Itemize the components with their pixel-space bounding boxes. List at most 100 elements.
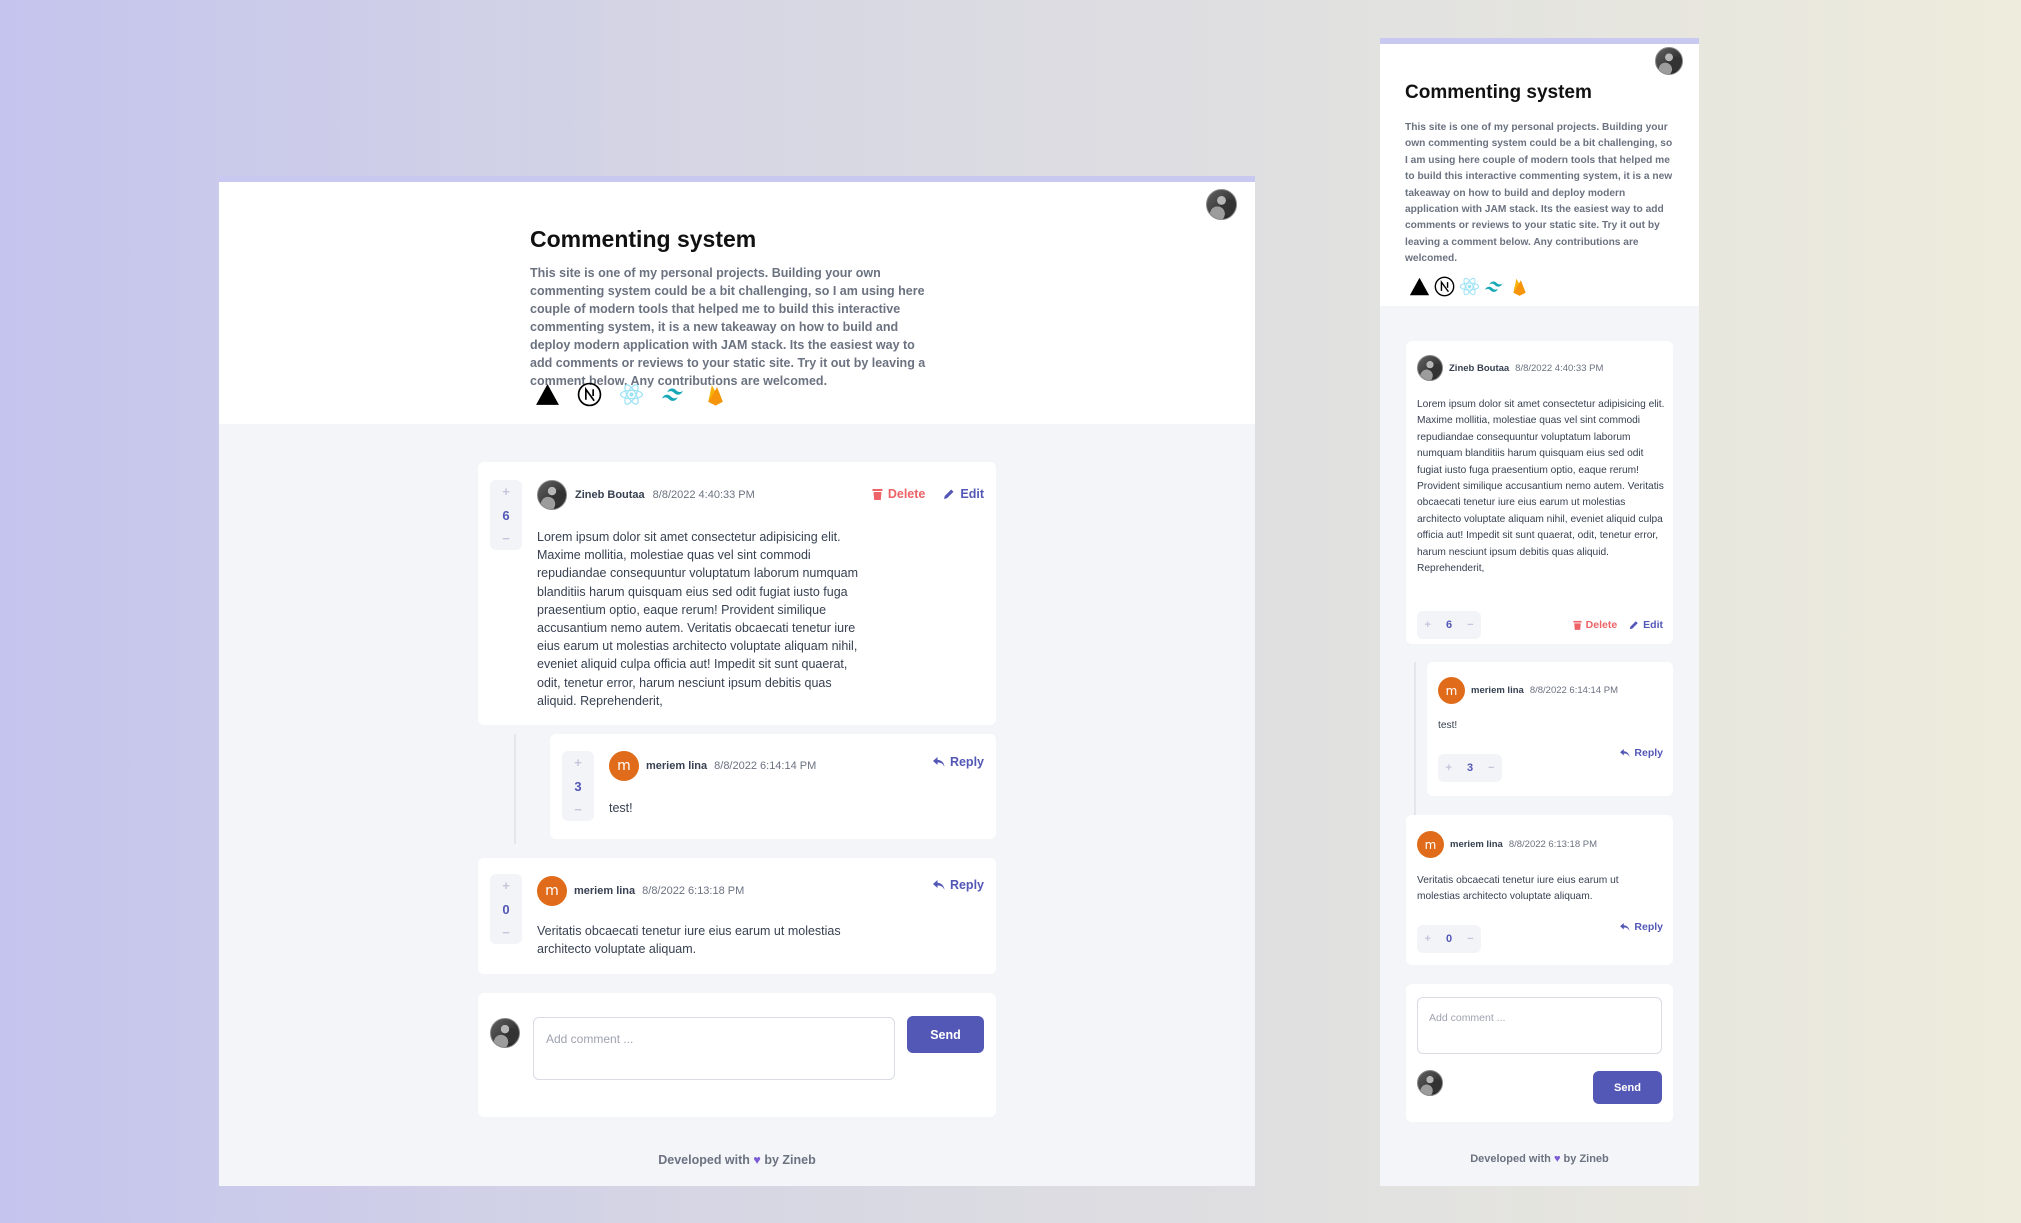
tailwind-icon	[1484, 281, 1503, 292]
edit-label: Edit	[960, 487, 984, 501]
trash-icon	[872, 489, 883, 500]
comment-meta: m meriem lina 8/8/2022 6:14:14 PM	[609, 751, 816, 781]
score: 3	[1466, 762, 1474, 774]
comment-date: 8/8/2022 6:13:18 PM	[642, 885, 745, 897]
current-user-avatar	[490, 1018, 520, 1048]
vote-control: + 3 −	[562, 751, 594, 821]
comment-card: + 6 − Zineb Boutaa 8/8/2022 4:40:33 PM D…	[478, 462, 996, 725]
edit-button[interactable]: Edit	[943, 487, 984, 501]
delete-button[interactable]: Delete	[872, 487, 926, 501]
comment-text: Veritatis obcaecati tenetur iure eius ea…	[1417, 875, 1619, 903]
page-description: This site is one of my personal projects…	[1405, 122, 1673, 265]
reply-label: Reply	[949, 755, 984, 769]
author-name: Zineb Boutaa	[1449, 362, 1510, 374]
delete-label: Delete	[1585, 619, 1618, 631]
comment-composer: Send	[478, 993, 996, 1117]
react-icon	[1459, 277, 1480, 296]
firebase-icon	[1513, 278, 1526, 296]
downvote-button[interactable]: −	[1488, 762, 1494, 774]
downvote-button[interactable]: −	[502, 925, 510, 940]
footer: Developed with ♥ by Zineb	[219, 1153, 1255, 1167]
comment-meta: m meriem lina 8/8/2022 6:13:18 PM	[537, 876, 744, 906]
upvote-button[interactable]: +	[1425, 619, 1431, 631]
comment-actions: Reply	[1620, 921, 1663, 933]
comment-text: test!	[609, 801, 633, 815]
author-name: Zineb Boutaa	[575, 489, 645, 501]
tech-stack	[535, 382, 728, 407]
comment-date: 8/8/2022 4:40:33 PM	[1515, 362, 1604, 374]
user-avatar[interactable]	[1655, 47, 1683, 75]
author-name: meriem lina	[1450, 839, 1503, 850]
comment-textarea[interactable]	[1418, 998, 1661, 1053]
tech-stack	[1409, 276, 1530, 297]
comment-card: m meriem lina 8/8/2022 6:13:18 PM Verita…	[1406, 815, 1673, 965]
upvote-button[interactable]: +	[502, 878, 510, 893]
comment-actions: Delete Edit	[872, 487, 984, 501]
page-header: Commenting system This site is one of my…	[1380, 44, 1699, 306]
footer: Developed with ♥ by Zineb	[1380, 1153, 1699, 1165]
reply-button[interactable]: Reply	[932, 878, 984, 892]
comment-actions: Reply	[932, 878, 984, 892]
avatar: m	[1438, 677, 1465, 704]
mobile-preview: Commenting system This site is one of my…	[1380, 38, 1699, 1186]
vote-control: + 6 −	[1417, 611, 1481, 639]
downvote-button[interactable]: −	[502, 531, 510, 546]
user-avatar[interactable]	[1206, 189, 1237, 220]
vote-control: + 0 −	[490, 874, 522, 944]
send-button[interactable]: Send	[1593, 1071, 1662, 1104]
score: 6	[502, 507, 510, 523]
reply-icon	[932, 756, 945, 767]
vote-control: + 6 −	[490, 480, 522, 550]
comment-date: 8/8/2022 6:13:18 PM	[1508, 839, 1598, 850]
downvote-button[interactable]: −	[1467, 619, 1473, 631]
footer-prefix: Developed with	[1470, 1153, 1551, 1165]
edit-button[interactable]: Edit	[1629, 619, 1663, 631]
score: 0	[1445, 933, 1453, 945]
comment-date: 8/8/2022 4:40:33 PM	[652, 489, 755, 501]
upvote-button[interactable]: +	[502, 484, 510, 499]
downvote-button[interactable]: −	[574, 802, 582, 817]
delete-button[interactable]: Delete	[1573, 619, 1618, 631]
comment-textarea[interactable]	[534, 1018, 894, 1079]
score: 0	[502, 901, 510, 917]
reply-button[interactable]: Reply	[932, 755, 984, 769]
comment-input[interactable]	[533, 1017, 895, 1080]
upvote-button[interactable]: +	[1446, 762, 1452, 774]
page-description: This site is one of my personal projects…	[530, 266, 926, 388]
heart-icon: ♥	[753, 1153, 761, 1167]
author-name: meriem lina	[574, 885, 636, 897]
score: 6	[1445, 619, 1453, 631]
footer-prefix: Developed with	[658, 1153, 750, 1167]
reply-card: m meriem lina 8/8/2022 6:14:14 PM test! …	[1427, 662, 1673, 796]
reply-label: Reply	[1634, 921, 1663, 933]
avatar	[1417, 355, 1443, 381]
page-title: Commenting system	[530, 226, 757, 252]
comment-composer: Send	[1406, 984, 1673, 1122]
page-header: Commenting system This site is one of my…	[219, 182, 1255, 424]
comment-text: Lorem ipsum dolor sit amet consectetur a…	[537, 530, 859, 708]
comment-input[interactable]	[1417, 997, 1662, 1054]
author-name: meriem lina	[646, 760, 708, 772]
upvote-button[interactable]: +	[574, 755, 582, 770]
downvote-button[interactable]: −	[1467, 933, 1473, 945]
send-button[interactable]: Send	[907, 1016, 984, 1053]
comment-meta: Zineb Boutaa 8/8/2022 4:40:33 PM	[1417, 355, 1603, 381]
nextjs-icon	[1434, 276, 1455, 297]
delete-label: Delete	[887, 487, 926, 501]
reply-button[interactable]: Reply	[1620, 921, 1663, 933]
reply-button[interactable]: Reply	[1620, 747, 1663, 759]
comment-date: 8/8/2022 6:14:14 PM	[714, 760, 817, 772]
vercel-icon	[1409, 277, 1430, 296]
comment-actions: Reply	[1620, 747, 1663, 759]
comment-meta: m meriem lina 8/8/2022 6:14:14 PM	[1438, 677, 1618, 704]
vote-control: + 3 −	[1438, 754, 1502, 782]
vercel-icon	[536, 384, 559, 405]
reply-icon	[1620, 748, 1630, 757]
upvote-button[interactable]: +	[1425, 933, 1431, 945]
author-name: meriem lina	[1471, 685, 1524, 696]
heart-icon: ♥	[1553, 1153, 1561, 1165]
score: 3	[574, 778, 582, 794]
react-icon	[619, 384, 644, 405]
firebase-icon	[708, 385, 723, 406]
reply-icon	[932, 879, 945, 890]
